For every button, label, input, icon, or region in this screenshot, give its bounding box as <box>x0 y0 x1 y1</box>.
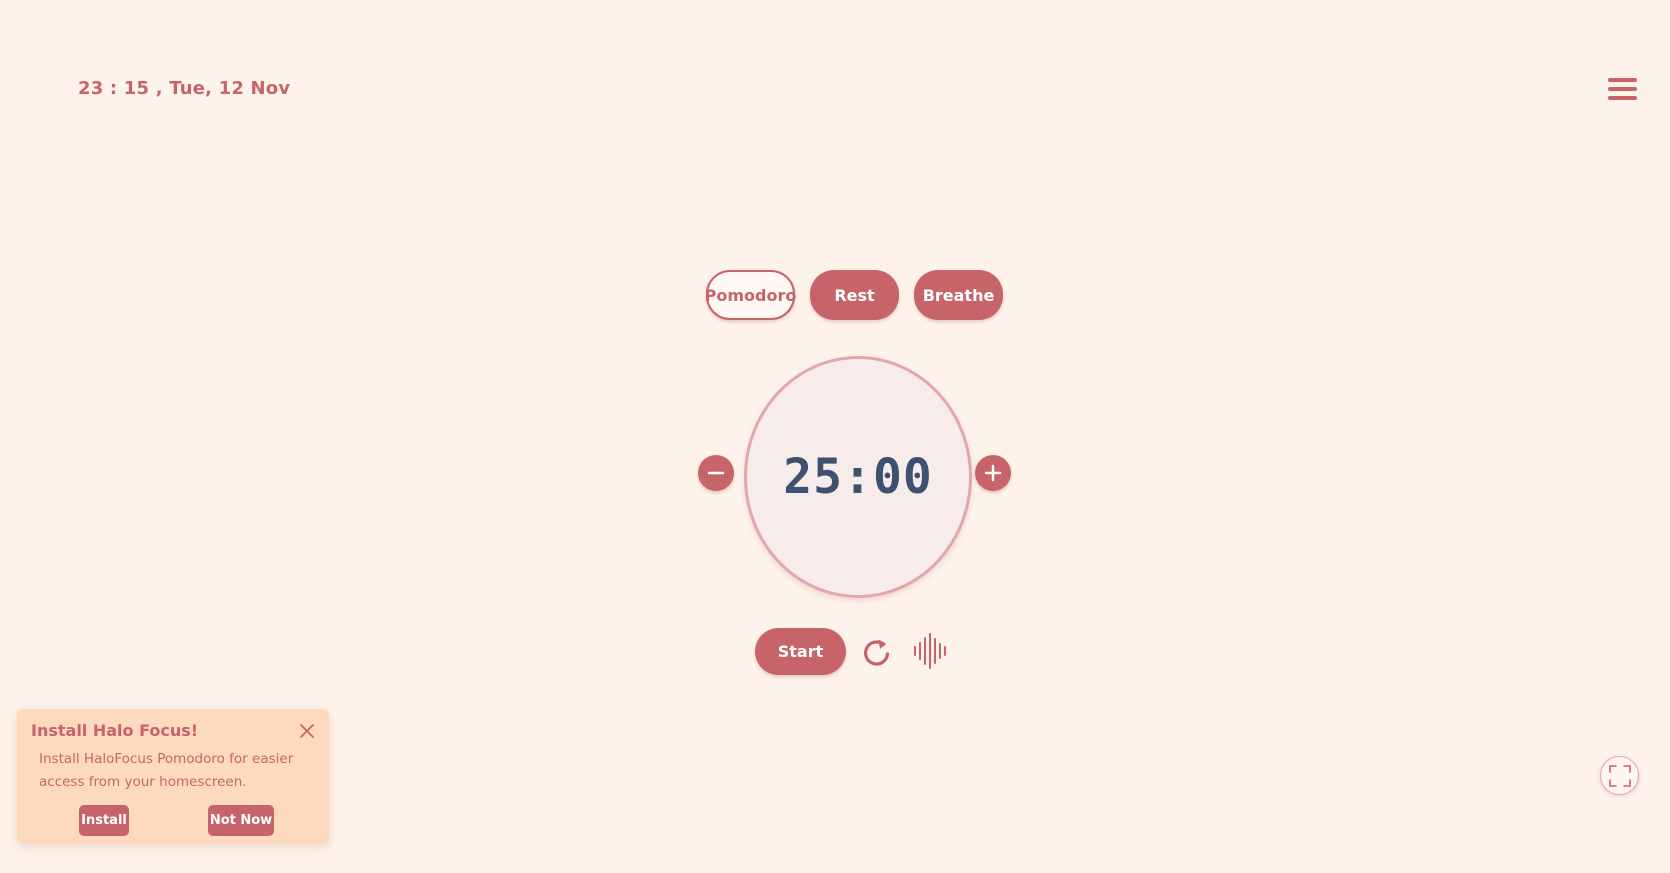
datetime-display: 23 : 15 , Tue, 12 Nov <box>78 78 291 99</box>
increase-time-button[interactable] <box>975 455 1011 491</box>
tab-pomodoro[interactable]: Pomodoro <box>705 270 796 320</box>
install-prompt-close-button[interactable] <box>298 722 316 740</box>
close-icon <box>300 724 314 738</box>
decrease-time-button[interactable] <box>698 455 734 491</box>
install-prompt-title: Install Halo Focus! <box>31 721 199 740</box>
install-prompt-message: Install HaloFocus Pomodoro for easier ac… <box>39 751 294 790</box>
install-button[interactable]: Install <box>79 805 129 836</box>
sound-wave-icon <box>914 633 946 669</box>
plus-icon <box>984 464 1002 482</box>
not-now-button[interactable]: Not Now <box>208 805 274 836</box>
fullscreen-button[interactable] <box>1600 756 1639 795</box>
reset-button[interactable] <box>860 634 894 670</box>
start-button[interactable]: Start <box>755 628 846 675</box>
install-prompt: Install Halo Focus! Install HaloFocus Po… <box>17 709 329 843</box>
timer-face: 25:00 <box>744 356 972 598</box>
sound-button[interactable] <box>912 632 948 670</box>
tab-breathe[interactable]: Breathe <box>914 270 1003 320</box>
refresh-icon <box>863 639 890 666</box>
minus-icon <box>707 471 725 475</box>
menu-button[interactable] <box>1608 78 1638 102</box>
fullscreen-icon <box>1608 764 1631 787</box>
timer-display: 25:00 <box>783 449 933 505</box>
tab-rest[interactable]: Rest <box>810 270 899 320</box>
